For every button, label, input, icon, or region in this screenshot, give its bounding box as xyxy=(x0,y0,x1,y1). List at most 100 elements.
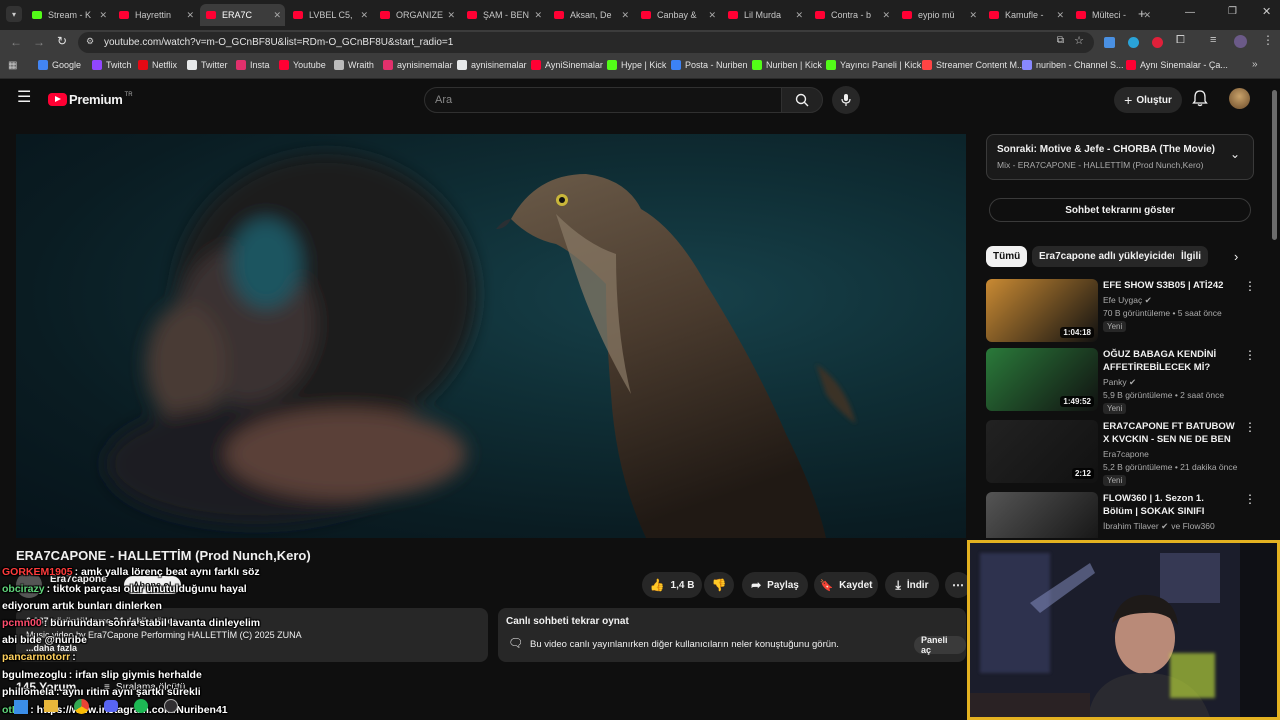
chevron-down-icon[interactable]: ⌄ xyxy=(1230,147,1240,161)
close-tab-icon[interactable]: ✕ xyxy=(360,10,368,21)
puzzle-icon[interactable]: ⧠ xyxy=(1176,34,1185,47)
bookmark-item[interactable]: nuriben - Channel S... xyxy=(1022,60,1124,70)
reload-icon[interactable]: ↻ xyxy=(57,34,67,48)
recommended-video-title[interactable]: OĞUZ BABAGA KENDİNİ AFFETİREBİLECEK Mİ? … xyxy=(1103,348,1235,374)
close-tab-icon[interactable]: ✕ xyxy=(186,10,194,21)
recommended-channel[interactable]: İbrahim Tilaver ✔ ve Flow360 xyxy=(1103,521,1215,532)
browser-tab[interactable]: eypio mü ✕ xyxy=(896,4,981,26)
profile-icon[interactable] xyxy=(1234,35,1247,48)
browser-tab[interactable]: Canbay & ✕ xyxy=(635,4,720,26)
obs-icon[interactable] xyxy=(164,699,178,713)
apps-grid-icon[interactable]: ▦ xyxy=(8,60,17,71)
shield-extension-icon[interactable] xyxy=(1104,37,1115,48)
like-button[interactable]: 👍 1,4 B xyxy=(642,572,702,598)
bookmark-item[interactable]: Twitter xyxy=(187,60,228,70)
bookmark-item[interactable]: Youtube xyxy=(279,60,326,70)
share-button[interactable]: ➦ Paylaş xyxy=(742,572,808,598)
video-thumbnail[interactable]: 1:49:52 xyxy=(986,348,1098,411)
chrome-icon[interactable] xyxy=(74,699,89,714)
bookmark-item[interactable]: aynisinemalar xyxy=(383,60,453,70)
filter-chip[interactable]: İlgili xyxy=(1174,246,1208,267)
recommended-video[interactable]: 2:12 ERA7CAPONE FT BATUBOW X KVCKIN - SEN… xyxy=(986,420,1256,486)
bookmarks-overflow-icon[interactable]: » xyxy=(1252,59,1258,70)
back-icon[interactable]: ← xyxy=(10,35,22,49)
browser-tab[interactable]: Lil Murda ✕ xyxy=(722,4,807,26)
more-options-icon[interactable]: ⋮ xyxy=(1244,492,1254,506)
recommended-video-title[interactable]: EFE SHOW S3B05 | ATİ242 xyxy=(1103,279,1235,292)
video-thumbnail[interactable]: 1:04:18 xyxy=(986,279,1098,342)
recommended-video[interactable]: 1:49:52 OĞUZ BABAGA KENDİNİ AFFETİREBİLEC… xyxy=(986,348,1256,414)
recommended-channel[interactable]: Efe Uygaç ✔ xyxy=(1103,295,1152,306)
browser-tab[interactable]: Aksan, De ✕ xyxy=(548,4,633,26)
browser-tab[interactable]: Kamufle - ✕ xyxy=(983,4,1068,26)
recommended-video-title[interactable]: FLOW360 | 1. Sezon 1. Bölüm | SOKAK SINI… xyxy=(1103,492,1235,518)
more-options-icon[interactable]: ⋮ xyxy=(1244,348,1256,362)
forward-icon[interactable]: → xyxy=(33,35,45,49)
bookmark-item[interactable]: Insta xyxy=(236,60,270,70)
browser-tab[interactable]: Hayrettin ✕ xyxy=(113,4,198,26)
bookmark-item[interactable]: Hype | Kick xyxy=(607,60,666,70)
recommended-video[interactable]: 1:04:18 EFE SHOW S3B05 | ATİ242 Efe Uygaç … xyxy=(986,279,1256,345)
recommended-video-title[interactable]: ERA7CAPONE FT BATUBOW X KVCKIN - SEN NE … xyxy=(1103,420,1235,446)
bookmark-item[interactable]: Streamer Content M... xyxy=(922,60,1025,70)
video-player[interactable] xyxy=(16,134,966,538)
download-button[interactable]: ⤓ İndir xyxy=(885,572,939,598)
filter-chip[interactable]: Era7capone adlı yükleyiciden xyxy=(1032,246,1186,267)
browser-tab[interactable]: LVBEL C5, ✕ xyxy=(287,4,372,26)
bookmark-item[interactable]: Nuriben | Kick xyxy=(752,60,822,70)
notifications-bell-icon[interactable] xyxy=(1192,89,1208,112)
voice-search-button[interactable] xyxy=(832,86,860,114)
media-icon[interactable]: ≡ xyxy=(1210,34,1216,46)
close-tab-icon[interactable]: ✕ xyxy=(99,10,107,21)
open-panel-button[interactable]: Paneli aç xyxy=(914,635,966,655)
bookmark-star-icon[interactable]: ☆ xyxy=(1074,34,1084,47)
close-tab-icon[interactable]: ✕ xyxy=(708,10,716,21)
minimize-button[interactable]: — xyxy=(1185,7,1195,18)
browser-tab[interactable]: ORGANIZE ✕ xyxy=(374,4,459,26)
more-options-icon[interactable]: ⋮ xyxy=(1244,279,1256,293)
close-tab-icon[interactable]: ✕ xyxy=(1056,10,1064,21)
bookmark-item[interactable]: Twitch xyxy=(92,60,132,70)
close-tab-icon[interactable]: ✕ xyxy=(969,10,977,21)
browser-tab[interactable]: ERA7C ✕ xyxy=(200,4,285,26)
up-next-panel[interactable]: Sonraki: Motive & Jefe - CHORBA (The Mov… xyxy=(986,134,1254,180)
record-extension-icon[interactable] xyxy=(1152,37,1163,48)
bookmark-item[interactable]: Wraith xyxy=(334,60,374,70)
windows-start-icon[interactable] xyxy=(14,700,28,714)
hamburger-menu-icon[interactable]: ☰ xyxy=(17,90,31,106)
close-tab-icon[interactable]: ✕ xyxy=(795,10,803,21)
menu-kebab-icon[interactable]: ⋮ xyxy=(1262,33,1274,47)
address-bar[interactable]: ⚙ youtube.com/watch?v=m-O_GCnBF8U&list=R… xyxy=(78,32,1094,53)
spotify-icon[interactable] xyxy=(134,699,148,713)
close-tab-icon[interactable]: ✕ xyxy=(621,10,629,21)
bookmark-item[interactable]: Google xyxy=(38,60,81,70)
chips-next-icon[interactable]: › xyxy=(1234,249,1238,264)
dislike-button[interactable]: 👎 xyxy=(704,572,734,598)
bookmark-item[interactable]: Yayıncı Paneli | Kick xyxy=(826,60,921,70)
bookmark-item[interactable]: AyniSinemalar xyxy=(531,60,603,70)
filter-chip[interactable]: Tümü xyxy=(986,246,1028,267)
install-icon[interactable]: ⧉ xyxy=(1057,35,1064,46)
save-button[interactable]: 🔖 Kaydet xyxy=(814,572,878,598)
create-button[interactable]: + Oluştur xyxy=(1114,87,1182,113)
tab-search-button[interactable]: ▾ xyxy=(6,6,22,22)
close-tab-icon[interactable]: ✕ xyxy=(273,10,281,21)
bookmark-item[interactable]: Netflix xyxy=(138,60,177,70)
close-tab-icon[interactable]: ✕ xyxy=(447,10,455,21)
recommended-video[interactable]: FLOW360 | 1. Sezon 1. Bölüm | SOKAK SINI… xyxy=(986,492,1254,538)
show-chat-replay-button[interactable]: Sohbet tekrarını göster xyxy=(989,198,1251,222)
maximize-button[interactable]: ❐ xyxy=(1228,6,1237,17)
discord-icon[interactable] xyxy=(104,700,118,712)
search-button[interactable] xyxy=(781,87,823,113)
youtube-premium-logo[interactable]: Premium TR xyxy=(48,92,133,107)
close-tab-icon[interactable]: ✕ xyxy=(534,10,542,21)
new-tab-button[interactable]: + xyxy=(1138,6,1146,21)
browser-tab[interactable]: Stream - K ✕ xyxy=(26,4,111,26)
close-window-button[interactable]: ✕ xyxy=(1262,5,1271,18)
close-tab-icon[interactable]: ✕ xyxy=(882,10,890,21)
user-avatar[interactable] xyxy=(1229,88,1250,109)
more-options-icon[interactable]: ⋮ xyxy=(1244,420,1256,434)
file-explorer-icon[interactable] xyxy=(44,700,58,712)
recommended-channel[interactable]: Era7capone xyxy=(1103,449,1149,459)
browser-tab[interactable]: ŞAM - BEN ✕ xyxy=(461,4,546,26)
